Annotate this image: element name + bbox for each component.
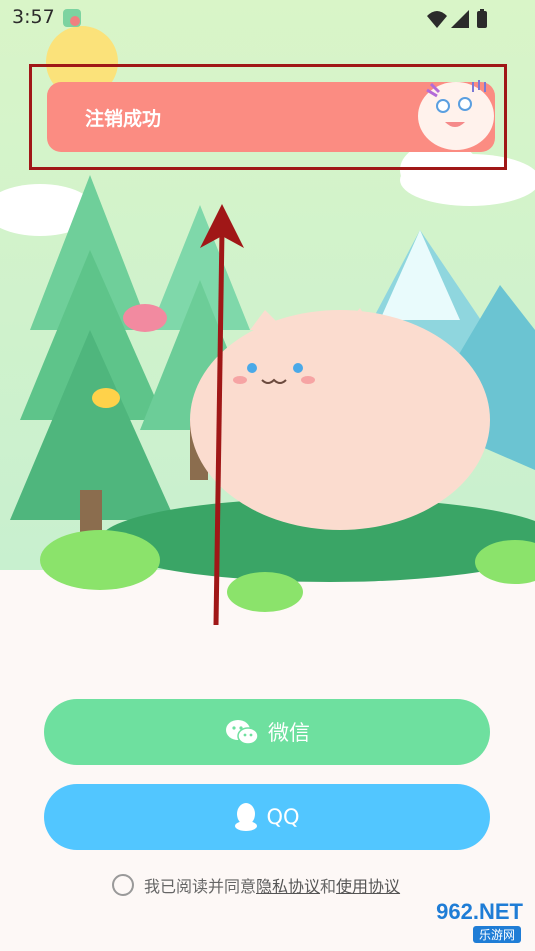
- signal-icon: [451, 10, 469, 28]
- qq-login-button[interactable]: QQ: [44, 784, 490, 850]
- annotation-arrow: [200, 204, 244, 626]
- toast-notification: 注销成功: [47, 80, 495, 152]
- agreement-joiner: 和: [320, 877, 337, 896]
- qq-penguin-icon: [234, 802, 258, 832]
- wifi-icon: [427, 11, 447, 28]
- agreement-prefix: 我已阅读并同意: [144, 877, 257, 896]
- wechat-login-button[interactable]: 微信: [44, 699, 490, 765]
- toast-message: 注销成功: [85, 108, 162, 130]
- status-time: 3:57: [12, 6, 55, 28]
- privacy-agreement-link[interactable]: 隐私协议: [256, 873, 320, 897]
- annotation-highlight-frame: 注销成功: [29, 64, 507, 170]
- watermark-sub: 乐游网: [472, 926, 521, 943]
- system-status-icons: [427, 9, 487, 28]
- wechat-icon: [224, 718, 260, 746]
- watermark-brand: 962.NET: [436, 899, 523, 924]
- mascot-face-icon: [418, 80, 494, 150]
- app-notification-icon: [63, 9, 81, 27]
- status-bar: 3:57: [0, 0, 535, 36]
- battery-charging-icon: [477, 9, 487, 28]
- agreement-row: 我已阅读并同意 隐私协议 和 使用协议: [112, 873, 400, 897]
- agreement-checkbox[interactable]: [112, 874, 134, 896]
- qq-label: QQ: [266, 805, 300, 829]
- terms-of-use-link[interactable]: 使用协议: [336, 873, 400, 897]
- wechat-label: 微信: [268, 721, 310, 745]
